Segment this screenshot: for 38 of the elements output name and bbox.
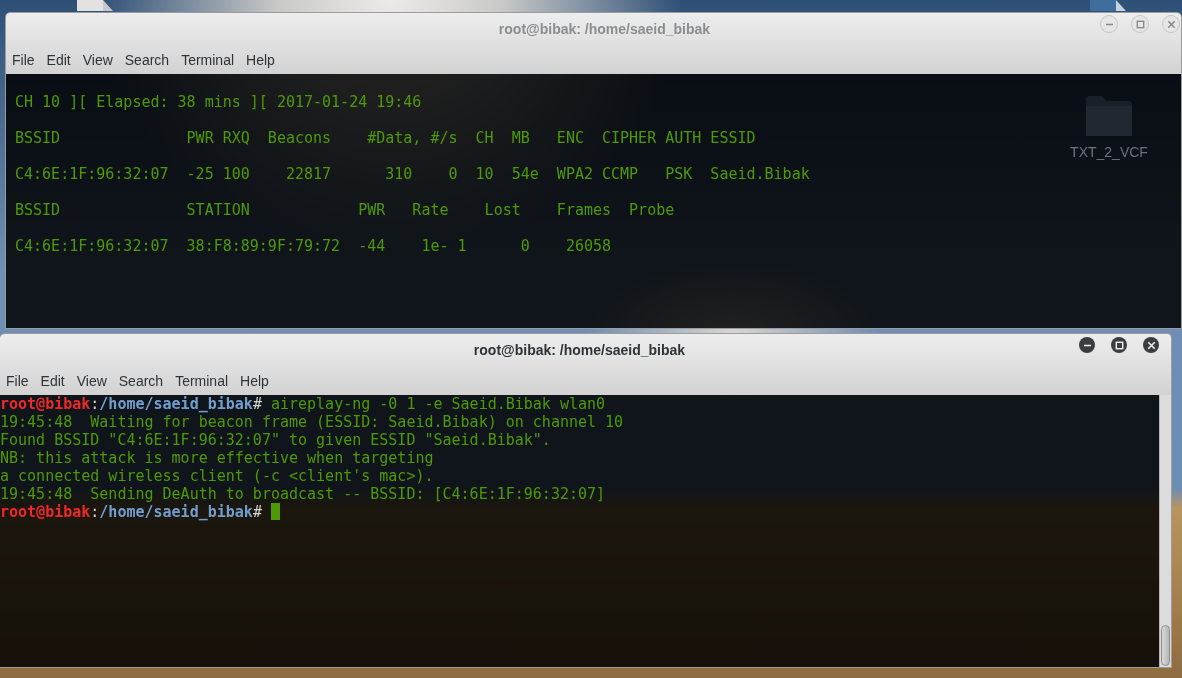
file-icon <box>77 0 113 11</box>
menu-item[interactable]: Help <box>234 372 275 390</box>
terminal-line: root@bibak:/home/saeid_bibak# <box>0 503 263 521</box>
menu-item[interactable]: Edit <box>40 51 77 69</box>
terminal-line: BSSID PWR RXQ Beacons #Data, #/s CH MB ENC CIPHER AUTH ESSID <box>15 129 756 147</box>
menu-item[interactable]: Terminal <box>175 51 241 69</box>
window-title: root@bibak: /home/saeid_bibak <box>498 20 711 39</box>
terminal-line: Found BSSID "C4:6E:1F:96:32:07" to given ESSID "Saeid.Bibak". <box>0 431 551 449</box>
terminal-line: 19:45:48 Waiting for beacon frame (ESSID: Saeid.Bibak) on channel 10 <box>0 413 624 431</box>
menu-item[interactable]: Search <box>112 372 170 390</box>
maximize-icon <box>1114 340 1124 350</box>
menu-item[interactable]: View <box>70 372 113 390</box>
menu-item[interactable]: View <box>76 51 119 69</box>
menu-item[interactable]: Search <box>118 51 176 69</box>
maximize-button[interactable] <box>1111 337 1127 353</box>
menu-item[interactable]: Help <box>240 51 281 69</box>
terminal-line: 19:45:48 Sending DeAuth to broadcast -- BSSID: [C4:6E:1F:96:32:07] <box>0 485 606 503</box>
menu-item[interactable]: File <box>6 51 41 69</box>
menu-item[interactable]: Edit <box>34 372 71 390</box>
terminal-line: root@bibak:/home/saeid_bibak# aireplay-ng -0 1 -e Saeid.Bibak wlan0 <box>0 395 606 413</box>
terminal-line: NB: this attack is more effective when targeting <box>0 449 434 467</box>
minimize-button[interactable] <box>1079 337 1095 353</box>
terminal-line: a connected wireless client (-c <client's mac>). <box>0 467 434 485</box>
folder-icon <box>1086 96 1132 136</box>
terminal-line: C4:6E:1F:96:32:07 -25 100 22817 310 0 10 54e WPA2 CCMP PSK Saeid.Bibak <box>15 165 810 183</box>
file-icon <box>1090 0 1126 11</box>
menu-item[interactable]: File <box>0 372 35 390</box>
maximize-icon <box>1135 19 1145 29</box>
close-button[interactable] <box>1143 337 1159 353</box>
scrollbar-thumb[interactable] <box>1161 625 1170 666</box>
menu-item[interactable]: Terminal <box>169 372 235 390</box>
close-icon <box>1146 340 1156 350</box>
terminal-line: BSSID STATION PWR Rate Lost Frames Probe <box>15 201 675 219</box>
terminal-line: C4:6E:1F:96:32:07 38:F8:89:9F:79:72 -44 1e- 1 0 26058 <box>15 237 612 255</box>
terminal-line: CH 10 ][ Elapsed: 38 mins ][ 2017-01-24 19:46 <box>15 93 422 111</box>
window-title: root@bibak: /home/saeid_bibak <box>473 341 686 360</box>
close-icon <box>1166 19 1176 29</box>
icon-label: TXT_2_VCF <box>1070 144 1148 160</box>
